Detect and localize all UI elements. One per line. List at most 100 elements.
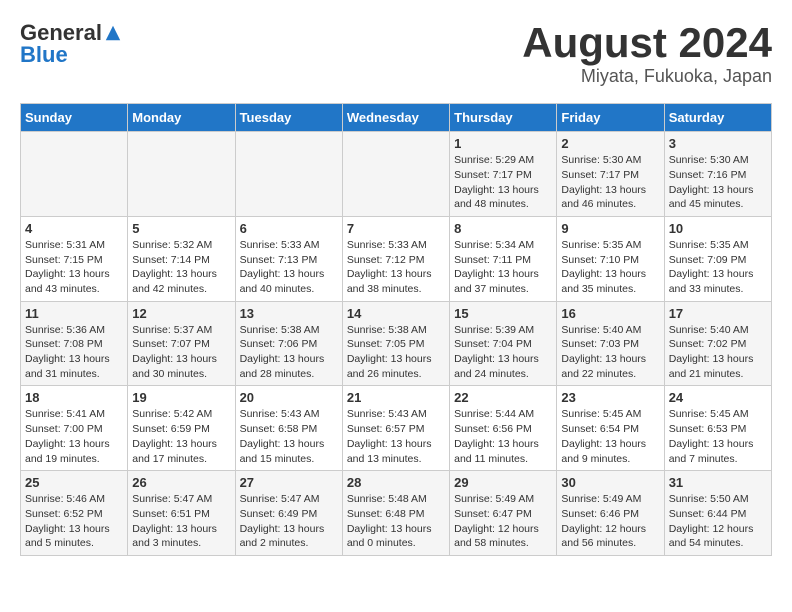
table-row: 14 Sunrise: 5:38 AM Sunset: 7:05 PM Dayli… (342, 301, 449, 386)
table-row: 23Sunrise: 5:45 AM Sunset: 6:54 PM Dayli… (557, 386, 664, 471)
day-info: Sunrise: 5:34 AM Sunset: 7:11 PM Dayligh… (454, 238, 552, 297)
day-number: 30 (561, 475, 659, 490)
day-info: Sunrise: 5:47 AM Sunset: 6:51 PM Dayligh… (132, 492, 230, 551)
day-info: Sunrise: 5:36 AM Sunset: 7:08 PM Dayligh… (25, 323, 123, 382)
table-row: 19 Sunrise: 5:42 AM Sunset: 6:59 PM Dayli… (128, 386, 235, 471)
weekday-header-row: Sunday Monday Tuesday Wednesday Thursday… (21, 104, 772, 132)
day-number: 17 (669, 306, 767, 321)
month-title: August 2024 (522, 20, 772, 66)
calendar-week-3: 11 Sunrise: 5:36 AM Sunset: 7:08 PM Dayli… (21, 301, 772, 386)
calendar-week-2: 4 Sunrise: 5:31 AM Sunset: 7:15 PM Daylig… (21, 216, 772, 301)
day-number: 8 (454, 221, 552, 236)
calendar-week-5: 25Sunrise: 5:46 AM Sunset: 6:52 PM Dayli… (21, 471, 772, 556)
day-number: 16 (561, 306, 659, 321)
day-number: 5 (132, 221, 230, 236)
day-number: 12 (132, 306, 230, 321)
col-friday: Friday (557, 104, 664, 132)
day-number: 26 (132, 475, 230, 490)
day-number: 27 (240, 475, 338, 490)
day-number: 19 (132, 390, 230, 405)
day-info: Sunrise: 5:39 AM Sunset: 7:04 PM Dayligh… (454, 323, 552, 382)
day-info: Sunrise: 5:30 AM Sunset: 7:17 PM Dayligh… (561, 153, 659, 212)
table-row: 22Sunrise: 5:44 AM Sunset: 6:56 PM Dayli… (450, 386, 557, 471)
table-row: 21Sunrise: 5:43 AM Sunset: 6:57 PM Dayli… (342, 386, 449, 471)
col-monday: Monday (128, 104, 235, 132)
day-number: 31 (669, 475, 767, 490)
day-number: 4 (25, 221, 123, 236)
col-sunday: Sunday (21, 104, 128, 132)
table-row (128, 132, 235, 217)
day-number: 29 (454, 475, 552, 490)
table-row: 8 Sunrise: 5:34 AM Sunset: 7:11 PM Daylig… (450, 216, 557, 301)
col-thursday: Thursday (450, 104, 557, 132)
day-number: 9 (561, 221, 659, 236)
table-row: 28 Sunrise: 5:48 AM Sunset: 6:48 PM Dayli… (342, 471, 449, 556)
day-info: Sunrise: 5:50 AM Sunset: 6:44 PM Dayligh… (669, 492, 767, 551)
day-number: 13 (240, 306, 338, 321)
table-row (342, 132, 449, 217)
day-info: Sunrise: 5:41 AM Sunset: 7:00 PM Dayligh… (25, 407, 123, 466)
day-info: Sunrise: 5:44 AM Sunset: 6:56 PM Dayligh… (454, 407, 552, 466)
day-number: 7 (347, 221, 445, 236)
table-row: 15 Sunrise: 5:39 AM Sunset: 7:04 PM Dayli… (450, 301, 557, 386)
table-row: 11 Sunrise: 5:36 AM Sunset: 7:08 PM Dayli… (21, 301, 128, 386)
table-row: 20Sunrise: 5:43 AM Sunset: 6:58 PM Dayli… (235, 386, 342, 471)
day-number: 25 (25, 475, 123, 490)
day-number: 10 (669, 221, 767, 236)
table-row (21, 132, 128, 217)
table-row: 30 Sunrise: 5:49 AM Sunset: 6:46 PM Dayli… (557, 471, 664, 556)
calendar-header: Sunday Monday Tuesday Wednesday Thursday… (21, 104, 772, 132)
day-info: Sunrise: 5:33 AM Sunset: 7:13 PM Dayligh… (240, 238, 338, 297)
table-row: 5Sunrise: 5:32 AM Sunset: 7:14 PM Daylig… (128, 216, 235, 301)
calendar-table: Sunday Monday Tuesday Wednesday Thursday… (20, 103, 772, 556)
day-info: Sunrise: 5:47 AM Sunset: 6:49 PM Dayligh… (240, 492, 338, 551)
day-info: Sunrise: 5:42 AM Sunset: 6:59 PM Dayligh… (132, 407, 230, 466)
day-number: 18 (25, 390, 123, 405)
day-number: 3 (669, 136, 767, 151)
col-wednesday: Wednesday (342, 104, 449, 132)
day-number: 1 (454, 136, 552, 151)
day-info: Sunrise: 5:35 AM Sunset: 7:09 PM Dayligh… (669, 238, 767, 297)
table-row: 4 Sunrise: 5:31 AM Sunset: 7:15 PM Daylig… (21, 216, 128, 301)
table-row: 1 Sunrise: 5:29 AM Sunset: 7:17 PM Daylig… (450, 132, 557, 217)
day-info: Sunrise: 5:31 AM Sunset: 7:15 PM Dayligh… (25, 238, 123, 297)
day-number: 28 (347, 475, 445, 490)
col-saturday: Saturday (664, 104, 771, 132)
day-number: 15 (454, 306, 552, 321)
table-row: 13 Sunrise: 5:38 AM Sunset: 7:06 PM Dayli… (235, 301, 342, 386)
day-info: Sunrise: 5:30 AM Sunset: 7:16 PM Dayligh… (669, 153, 767, 212)
calendar-week-4: 18 Sunrise: 5:41 AM Sunset: 7:00 PM Dayli… (21, 386, 772, 471)
day-info: Sunrise: 5:40 AM Sunset: 7:03 PM Dayligh… (561, 323, 659, 382)
page-header: General Blue August 2024 Miyata, Fukuoka… (20, 20, 772, 87)
day-info: Sunrise: 5:49 AM Sunset: 6:47 PM Dayligh… (454, 492, 552, 551)
table-row: 3 Sunrise: 5:30 AM Sunset: 7:16 PM Daylig… (664, 132, 771, 217)
table-row: 26 Sunrise: 5:47 AM Sunset: 6:51 PM Dayli… (128, 471, 235, 556)
day-number: 24 (669, 390, 767, 405)
calendar-week-1: 1 Sunrise: 5:29 AM Sunset: 7:17 PM Daylig… (21, 132, 772, 217)
day-number: 6 (240, 221, 338, 236)
day-info: Sunrise: 5:33 AM Sunset: 7:12 PM Dayligh… (347, 238, 445, 297)
table-row: 12Sunrise: 5:37 AM Sunset: 7:07 PM Dayli… (128, 301, 235, 386)
logo: General Blue (20, 20, 122, 68)
day-number: 2 (561, 136, 659, 151)
day-info: Sunrise: 5:38 AM Sunset: 7:05 PM Dayligh… (347, 323, 445, 382)
day-number: 14 (347, 306, 445, 321)
day-info: Sunrise: 5:35 AM Sunset: 7:10 PM Dayligh… (561, 238, 659, 297)
day-info: Sunrise: 5:48 AM Sunset: 6:48 PM Dayligh… (347, 492, 445, 551)
table-row: 6 Sunrise: 5:33 AM Sunset: 7:13 PM Daylig… (235, 216, 342, 301)
day-number: 11 (25, 306, 123, 321)
table-row: 10 Sunrise: 5:35 AM Sunset: 7:09 PM Dayli… (664, 216, 771, 301)
day-info: Sunrise: 5:38 AM Sunset: 7:06 PM Dayligh… (240, 323, 338, 382)
table-row: 25Sunrise: 5:46 AM Sunset: 6:52 PM Dayli… (21, 471, 128, 556)
table-row: 17 Sunrise: 5:40 AM Sunset: 7:02 PM Dayli… (664, 301, 771, 386)
day-info: Sunrise: 5:49 AM Sunset: 6:46 PM Dayligh… (561, 492, 659, 551)
col-tuesday: Tuesday (235, 104, 342, 132)
table-row: 31 Sunrise: 5:50 AM Sunset: 6:44 PM Dayli… (664, 471, 771, 556)
day-number: 21 (347, 390, 445, 405)
logo-blue-text: Blue (20, 42, 68, 68)
day-number: 23 (561, 390, 659, 405)
title-block: August 2024 Miyata, Fukuoka, Japan (522, 20, 772, 87)
table-row: 9 Sunrise: 5:35 AM Sunset: 7:10 PM Daylig… (557, 216, 664, 301)
day-info: Sunrise: 5:40 AM Sunset: 7:02 PM Dayligh… (669, 323, 767, 382)
day-info: Sunrise: 5:29 AM Sunset: 7:17 PM Dayligh… (454, 153, 552, 212)
